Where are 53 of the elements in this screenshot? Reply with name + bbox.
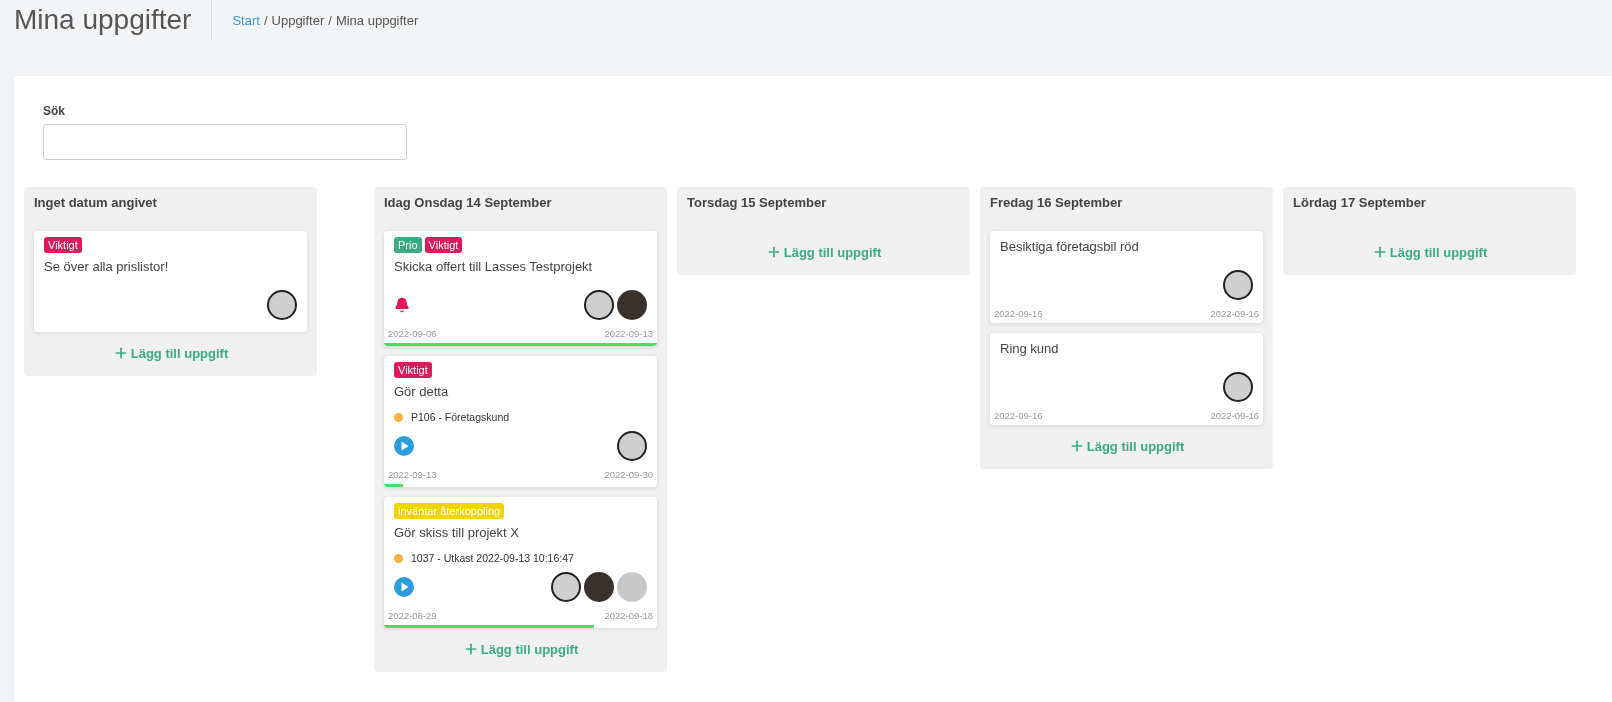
column-title: Lördag 17 September: [1293, 195, 1427, 212]
task-title: Gör skiss till projekt X: [394, 525, 520, 540]
start-date: 2022-09-06: [388, 328, 437, 339]
end-date: 2022-09-16: [1210, 308, 1259, 319]
start-date: 2022-09-16: [994, 308, 1043, 319]
play-icon[interactable]: [394, 436, 414, 456]
breadcrumb-item: Mina uppgifter: [335, 12, 419, 28]
start-date: 2022-08-29: [388, 610, 437, 621]
tag: Viktigt: [44, 237, 82, 253]
tag: Prio: [394, 237, 422, 253]
search-field[interactable]: [43, 124, 407, 160]
play-icon[interactable]: [394, 577, 414, 597]
avatar: [617, 431, 647, 461]
start-date: 2022-09-16: [994, 410, 1043, 421]
task-title: Skicka offert till Lasses Testprojekt: [394, 259, 594, 274]
column-title: Idag Onsdag 14 September: [384, 195, 553, 212]
column-title: Fredag 16 September: [990, 195, 1124, 212]
end-date: 2022-09-13: [604, 328, 653, 339]
task-card[interactable]: Ring kund 2022-09-16 2022-09-16: [990, 333, 1263, 425]
task-title: Besiktiga företagsbil röd: [1000, 239, 1140, 254]
end-date: 2022-09-16: [1210, 410, 1259, 421]
tag: inväntar återkoppling: [394, 503, 505, 519]
avatar: [617, 572, 647, 602]
project-label: P106 - Företagskund: [411, 411, 510, 423]
task-title: Ring kund: [1000, 341, 1060, 356]
task-card[interactable]: Prio Viktigt Skicka offert till Lasses Testprojekt 2022-09-06 2022-09-13: [384, 231, 657, 346]
task-title: Gör detta: [394, 384, 450, 399]
page-title: Mina uppgifter: [14, 0, 213, 40]
avatar: [267, 290, 297, 320]
end-date: 2022-09-30: [604, 469, 653, 480]
avatar: [551, 572, 581, 602]
avatar: [584, 290, 614, 320]
column-title: Torsdag 15 September: [687, 195, 828, 212]
avatar: [617, 290, 647, 320]
breadcrumb-separator: /: [328, 12, 332, 28]
column-title: Inget datum angivet: [34, 195, 158, 212]
task-card[interactable]: Viktigt Se över alla prislistor!: [34, 231, 307, 332]
end-date: 2022-09-18: [604, 610, 653, 621]
tag: Viktigt: [394, 362, 432, 378]
start-date: 2022-09-13: [388, 469, 437, 480]
avatar: [1223, 372, 1253, 402]
avatar: [1223, 270, 1253, 300]
project-label: 1037 - Utkast 2022-09-13 10:16:47: [411, 552, 574, 564]
tag: Viktigt: [424, 237, 463, 253]
task-title: Se över alla prislistor!: [44, 259, 170, 274]
search-label: Sök: [43, 104, 66, 118]
breadcrumb-item: Uppgifter: [271, 12, 325, 28]
task-card[interactable]: inväntar återkoppling Gör skiss till projekt X 1037 - Utkast 2022-09-13 10:16:47 2022-08-29 2022-09-18: [384, 497, 657, 628]
bell-icon: [394, 297, 410, 313]
task-card[interactable]: Besiktiga företagsbil röd 2022-09-16 2022-09-16: [990, 231, 1263, 323]
task-card[interactable]: Viktigt Gör detta P106 - Företagskund 2022-09-13 2022-09-30: [384, 356, 657, 487]
breadcrumb-separator: /: [263, 12, 268, 28]
avatar: [584, 572, 614, 602]
